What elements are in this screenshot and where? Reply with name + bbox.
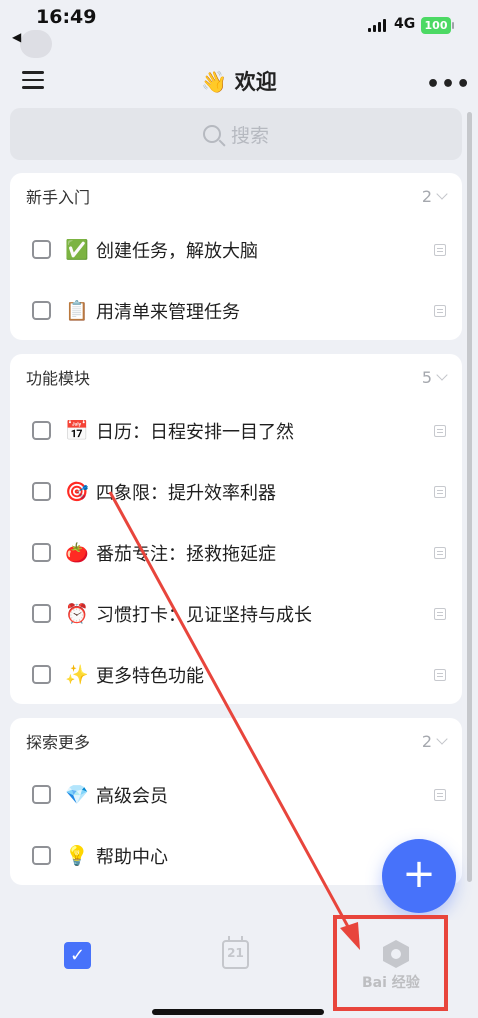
task-emoji-icon: 🎯 (65, 481, 89, 503)
task-title: 番茄专注：拯救拖延症 (96, 543, 276, 565)
task-checkbox[interactable] (32, 665, 51, 684)
annotation-highlight-box (333, 915, 448, 1011)
task-emoji-icon: 💎 (65, 784, 89, 806)
note-icon (434, 546, 446, 559)
note-icon (434, 243, 446, 256)
section-header[interactable]: 探索更多 2 (10, 718, 462, 764)
task-checkbox[interactable] (32, 301, 51, 320)
note-icon (434, 668, 446, 681)
task-emoji-icon: ✨ (65, 664, 89, 686)
task-title: 四象限：提升效率利器 (96, 482, 276, 504)
task-checkbox[interactable] (32, 846, 51, 865)
battery-icon: 100 (421, 17, 454, 34)
task-title: 创建任务，解放大脑 (96, 240, 258, 262)
task-checkbox[interactable] (32, 421, 51, 440)
task-row[interactable]: 🍅 番茄专注：拯救拖延症 (10, 522, 462, 583)
signal-icon (368, 19, 386, 32)
task-row[interactable]: ⏰ 习惯打卡：见证坚持与成长 (10, 583, 462, 644)
back-to-app-button[interactable] (20, 30, 52, 58)
task-emoji-icon: 💡 (65, 845, 89, 867)
page-title: 👋 欢迎 (201, 70, 277, 94)
task-emoji-icon: ⏰ (65, 603, 89, 625)
task-checkbox[interactable] (32, 482, 51, 501)
home-indicator (152, 1009, 324, 1015)
task-checkbox[interactable] (32, 785, 51, 804)
status-bar: 16:49 ◀ 4G 100 (0, 0, 478, 58)
section-getting-started: 新手入门 2 ✅ 创建任务，解放大脑 📋 用清单来管理任务 (10, 173, 462, 340)
task-title: 用清单来管理任务 (96, 301, 240, 323)
section-title: 功能模块 (26, 369, 91, 388)
header: 👋 欢迎 ••• (0, 62, 478, 102)
task-title: 日历：日程安排一目了然 (96, 421, 294, 443)
task-emoji-icon: 🍅 (65, 542, 89, 564)
note-icon (434, 424, 446, 437)
section-count: 2 (422, 187, 448, 206)
note-icon (434, 607, 446, 620)
task-title: 高级会员 (96, 785, 168, 807)
task-title: 习惯打卡：见证坚持与成长 (96, 604, 312, 626)
search-bar[interactable]: 搜索 (10, 108, 462, 160)
task-row[interactable]: 💎 高级会员 (10, 764, 462, 825)
section-count: 5 (422, 368, 448, 387)
note-icon (434, 485, 446, 498)
section-header[interactable]: 新手入门 2 (10, 173, 462, 219)
task-checkbox[interactable] (32, 604, 51, 623)
section-header[interactable]: 功能模块 5 (10, 354, 462, 400)
watermark-logo: Bai 经验 (362, 975, 420, 991)
section-features: 功能模块 5 📅 日历：日程安排一目了然 🎯 四象限：提升效率利器 🍅 番茄专注… (10, 354, 462, 704)
task-row[interactable]: ✨ 更多特色功能 (10, 644, 462, 704)
section-title: 探索更多 (26, 733, 91, 752)
calendar-tab-icon[interactable]: 21 (222, 936, 249, 969)
search-placeholder: 搜索 (230, 124, 269, 147)
task-emoji-icon: 📋 (65, 300, 89, 322)
back-arrow-icon: ◀ (12, 30, 22, 44)
task-row[interactable]: 📅 日历：日程安排一目了然 (10, 400, 462, 461)
section-count: 2 (422, 732, 448, 751)
add-task-button[interactable]: + (382, 839, 456, 913)
calendar-day: 21 (227, 946, 244, 960)
task-emoji-icon: 📅 (65, 420, 89, 442)
task-row[interactable]: 📋 用清单来管理任务 (10, 280, 462, 340)
scrollbar[interactable] (467, 112, 472, 882)
chevron-down-icon (436, 188, 448, 200)
task-row[interactable]: 🎯 四象限：提升效率利器 (10, 461, 462, 522)
network-label: 4G (394, 16, 416, 32)
task-title: 更多特色功能 (96, 665, 204, 687)
more-options-icon[interactable]: ••• (426, 72, 471, 97)
task-checkbox[interactable] (32, 543, 51, 562)
status-time: 16:49 (36, 6, 97, 28)
note-icon (434, 788, 446, 801)
task-emoji-icon: ✅ (65, 239, 89, 261)
note-icon (434, 304, 446, 317)
section-title: 新手入门 (26, 188, 91, 207)
tasks-tab-icon[interactable]: ✓ (64, 942, 91, 969)
chevron-down-icon (436, 733, 448, 745)
search-icon (202, 125, 221, 143)
task-checkbox[interactable] (32, 240, 51, 259)
task-row[interactable]: ✅ 创建任务，解放大脑 (10, 219, 462, 280)
chevron-down-icon (436, 369, 448, 381)
